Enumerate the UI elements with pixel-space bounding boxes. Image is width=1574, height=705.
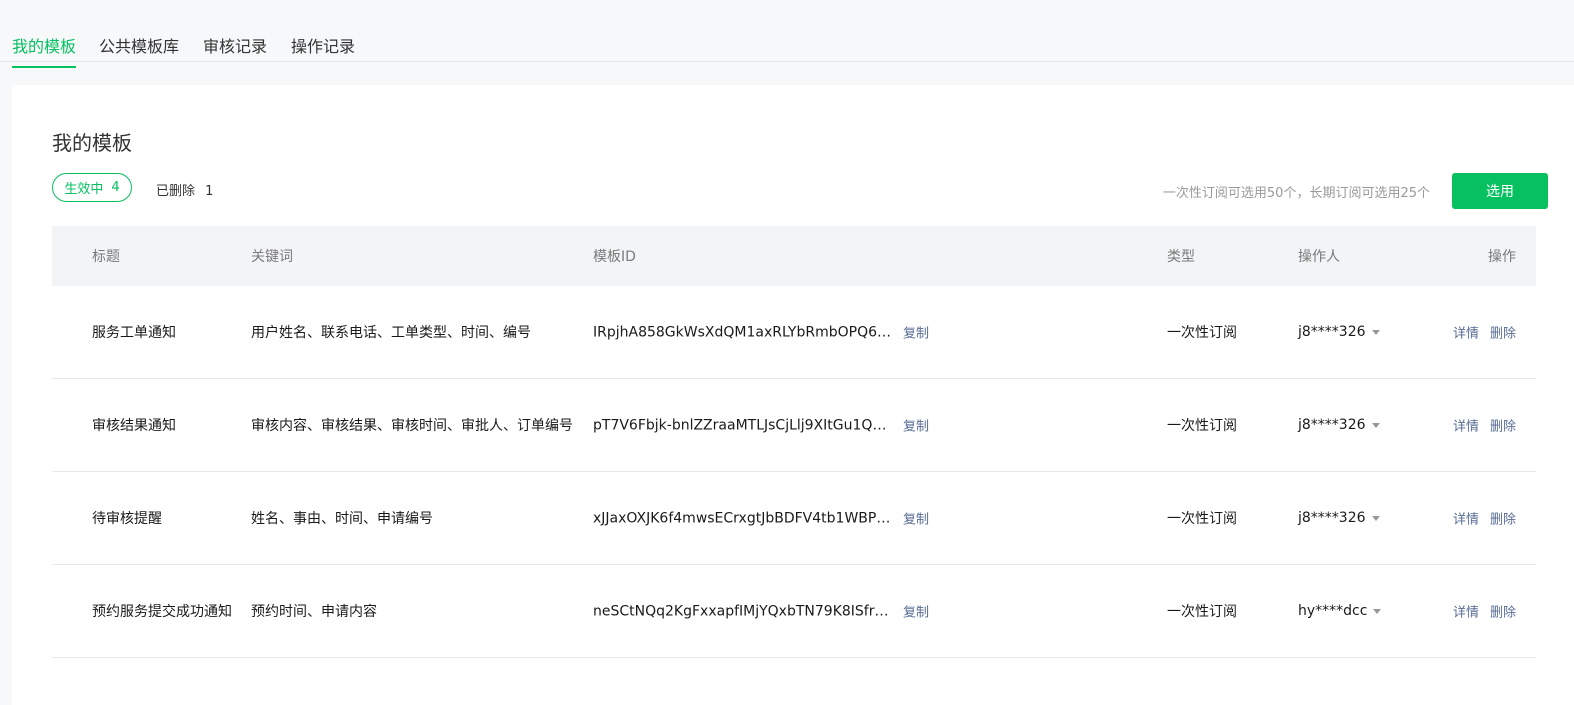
filter-deleted[interactable]: 已删除 1 <box>156 180 213 199</box>
row-keywords: 预约时间、申请内容 <box>251 604 377 620</box>
header-title: 标题 <box>92 249 120 265</box>
templates-card: 我的模板 生效中 4 已删除 1 一次性订阅可选用50个，长期订阅可选用25个 … <box>12 85 1574 705</box>
filter-deleted-label: 已删除 <box>156 184 196 199</box>
detail-button[interactable]: 详情 <box>1453 327 1479 342</box>
template-id-text: xJJaxOXJK6f4mwsECrxgtJbBDFV4tb1WBPy... <box>593 510 893 526</box>
table-row: 服务工单通知 用户姓名、联系电话、工单类型、时间、编号 IRpjhA858GkW… <box>52 286 1536 379</box>
row-type: 一次性订阅 <box>1167 604 1237 620</box>
header-actions: 操作 <box>1488 249 1516 265</box>
caret-down-icon <box>1371 422 1380 428</box>
templates-table: 标题 关键词 模板ID 类型 操作人 操作 服务工单通知 用户姓名、联系电话、工… <box>52 226 1536 658</box>
tab-review-records[interactable]: 审核记录 <box>203 33 267 66</box>
delete-button[interactable]: 删除 <box>1490 420 1516 435</box>
tab-operation-records[interactable]: 操作记录 <box>291 33 355 66</box>
row-actions: 详情 删除 <box>1442 509 1516 528</box>
template-id-text: neSCtNQq2KgFxxapfIMjYQxbTN79K8ISfrTt... <box>593 603 893 619</box>
tab-my-templates[interactable]: 我的模板 <box>12 33 77 68</box>
table-row: 预约服务提交成功通知 预约时间、申请内容 neSCtNQq2KgFxxapfIM… <box>52 565 1536 658</box>
copy-button[interactable]: 复制 <box>903 327 929 342</box>
row-title: 服务工单通知 <box>92 325 176 341</box>
template-id-text: IRpjhA858GkWsXdQM1axRLYbRmbOPQ6H... <box>593 324 893 340</box>
row-actions: 详情 删除 <box>1442 323 1516 342</box>
header-operator: 操作人 <box>1298 249 1340 265</box>
table-row: 审核结果通知 审核内容、审核结果、审核时间、审批人、订单编号 pT7V6Fbjk… <box>52 379 1536 472</box>
row-type: 一次性订阅 <box>1167 418 1237 434</box>
row-operator[interactable]: j8****326 <box>1298 417 1380 433</box>
operator-name: j8****326 <box>1298 417 1366 433</box>
row-title: 预约服务提交成功通知 <box>92 604 232 620</box>
table-header: 标题 关键词 模板ID 类型 操作人 操作 <box>52 226 1536 286</box>
copy-button[interactable]: 复制 <box>903 606 929 621</box>
caret-down-icon <box>1371 329 1380 335</box>
detail-button[interactable]: 详情 <box>1453 513 1479 528</box>
table-row: 待审核提醒 姓名、事由、时间、申请编号 xJJaxOXJK6f4mwsECrxg… <box>52 472 1536 565</box>
template-id-text: pT7V6Fbjk-bnlZZraaMTLJsCjLlj9XItGu1Qp... <box>593 417 893 433</box>
detail-button[interactable]: 详情 <box>1453 606 1479 621</box>
row-type: 一次性订阅 <box>1167 511 1237 527</box>
operator-name: hy****dcc <box>1298 603 1368 619</box>
row-keywords: 审核内容、审核结果、审核时间、审批人、订单编号 <box>251 418 573 434</box>
row-template-id: neSCtNQq2KgFxxapfIMjYQxbTN79K8ISfrTt... 复… <box>593 602 929 621</box>
delete-button[interactable]: 删除 <box>1490 327 1516 342</box>
copy-button[interactable]: 复制 <box>903 513 929 528</box>
header-template-id: 模板ID <box>593 249 636 265</box>
row-template-id: IRpjhA858GkWsXdQM1axRLYbRmbOPQ6H... 复制 <box>593 323 929 342</box>
filter-active-count: 4 <box>111 180 120 195</box>
quota-hint: 一次性订阅可选用50个，长期订阅可选用25个 <box>1162 186 1430 201</box>
row-template-id: pT7V6Fbjk-bnlZZraaMTLJsCjLlj9XItGu1Qp...… <box>593 416 929 435</box>
header-keywords: 关键词 <box>251 249 293 265</box>
row-template-id: xJJaxOXJK6f4mwsECrxgtJbBDFV4tb1WBPy... 复制 <box>593 509 929 528</box>
row-type: 一次性订阅 <box>1167 325 1237 341</box>
tab-public-library[interactable]: 公共模板库 <box>99 33 179 66</box>
filter-active-label: 生效中 <box>64 182 104 197</box>
row-keywords: 姓名、事由、时间、申请编号 <box>251 511 433 527</box>
operator-name: j8****326 <box>1298 324 1366 340</box>
delete-button[interactable]: 删除 <box>1490 606 1516 621</box>
select-button[interactable]: 选用 <box>1452 173 1548 209</box>
row-keywords: 用户姓名、联系电话、工单类型、时间、编号 <box>251 325 531 341</box>
row-title: 审核结果通知 <box>92 418 176 434</box>
row-title: 待审核提醒 <box>92 511 162 527</box>
detail-button[interactable]: 详情 <box>1453 420 1479 435</box>
top-tabs: 我的模板 公共模板库 审核记录 操作记录 <box>0 0 1574 68</box>
copy-button[interactable]: 复制 <box>903 420 929 435</box>
row-operator[interactable]: j8****326 <box>1298 324 1380 340</box>
caret-down-icon <box>1371 515 1380 521</box>
header-type: 类型 <box>1167 249 1195 265</box>
filter-deleted-count: 1 <box>205 184 214 199</box>
row-actions: 详情 删除 <box>1442 416 1516 435</box>
operator-name: j8****326 <box>1298 510 1366 526</box>
caret-down-icon <box>1373 608 1382 614</box>
row-operator[interactable]: j8****326 <box>1298 510 1380 526</box>
delete-button[interactable]: 删除 <box>1490 513 1516 528</box>
row-operator[interactable]: hy****dcc <box>1298 603 1382 619</box>
row-actions: 详情 删除 <box>1442 602 1516 621</box>
card-title: 我的模板 <box>52 131 132 155</box>
filter-active[interactable]: 生效中 4 <box>52 173 132 202</box>
